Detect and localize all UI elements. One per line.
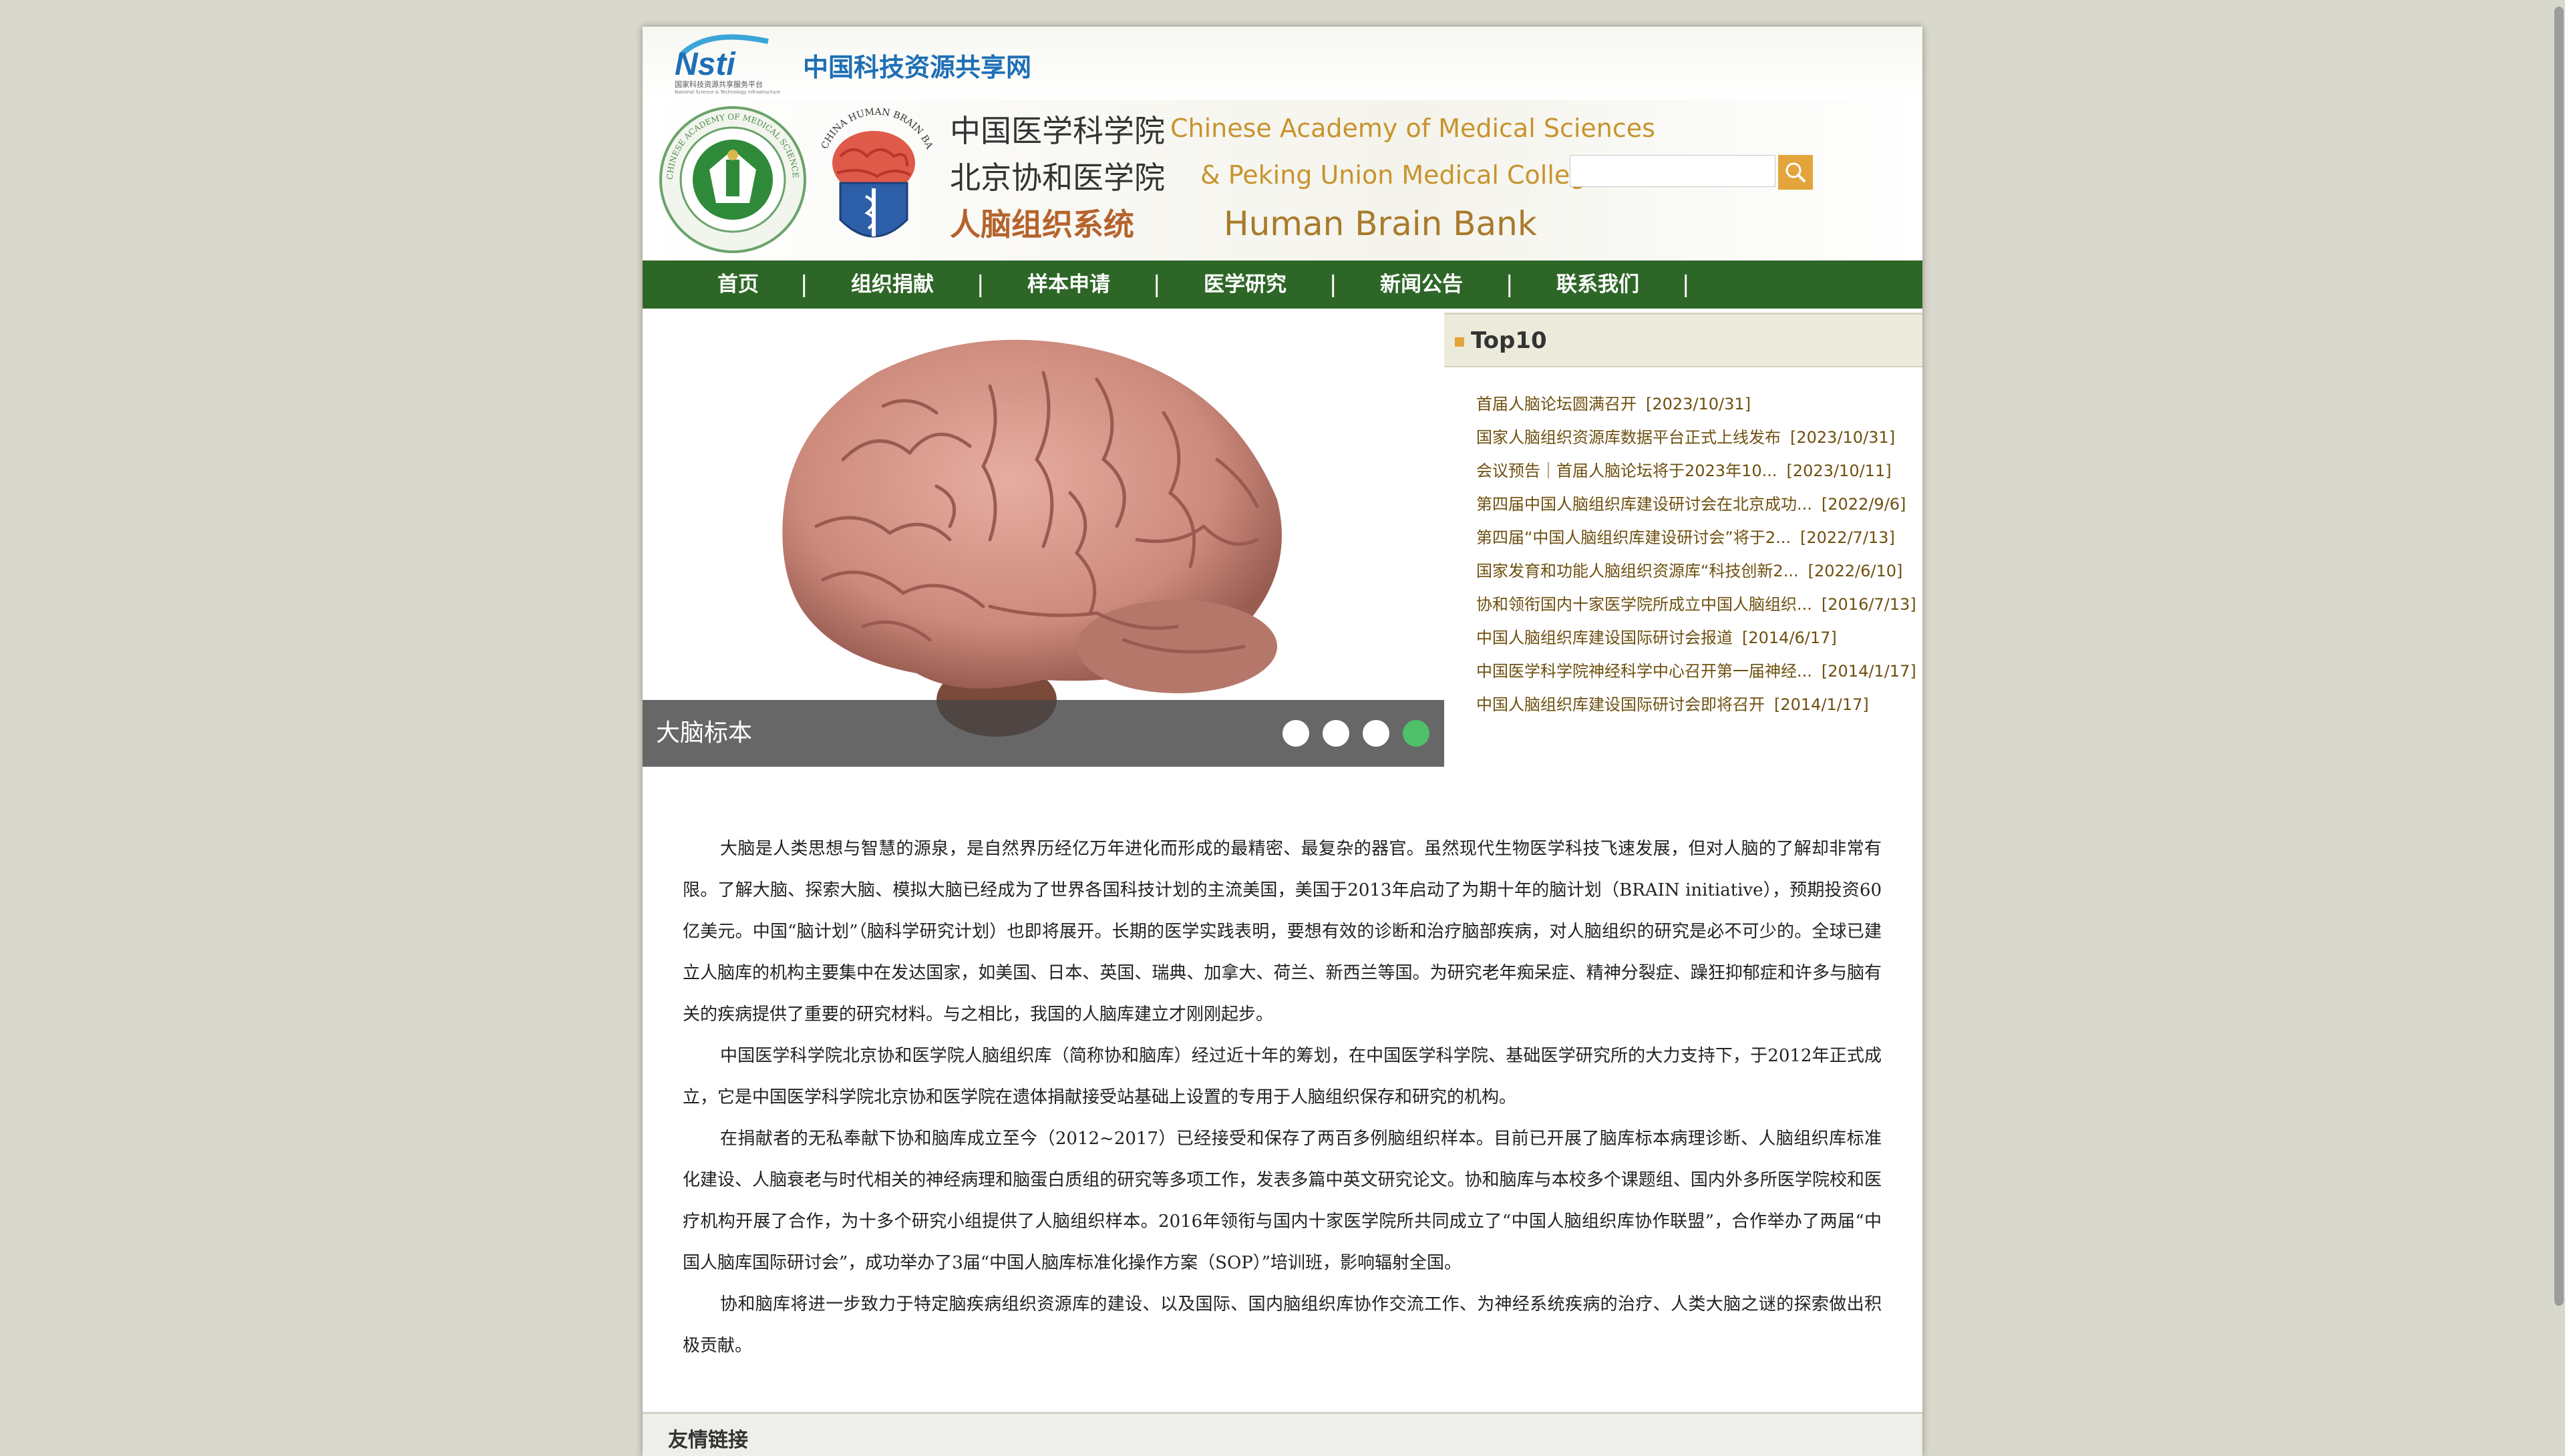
top10-item-title: 会议预告｜首届人脑论坛将于2023年10... [1476,462,1777,480]
top10-item[interactable]: 中国医学科学院神经科学中心召开第一届神经... [2014/1/17] [1476,655,1916,688]
banner-en-brain-bank: Human Brain Bank [1224,204,1537,243]
friendly-links-bar: 友情链接 [643,1412,1922,1456]
slider-caption: 大脑标本 [656,719,753,747]
intro-paragraph: 在捐献者的无私奉献下协和脑库成立至今（2012~2017）已经接受和保存了两百多… [683,1129,1882,1273]
slider-dot-2[interactable] [1323,720,1349,747]
top10-item-title: 国家人脑组织资源库数据平台正式上线发布 [1476,428,1781,447]
header-banner: CHINESE ACADEMY OF MEDICAL SCIENCES · PE… [643,100,1922,259]
slider-dot-4[interactable] [1403,720,1429,747]
slider-caption-bar: 大脑标本 [643,700,1444,767]
top10-item[interactable]: 首届人脑论坛圆满召开 [2023/10/31] [1476,387,1916,421]
top10-item-title: 中国医学科学院神经科学中心召开第一届神经... [1476,662,1812,681]
top10-item-date: [2022/9/6] [1821,495,1906,514]
top10-title: Top10 [1471,327,1547,354]
nsti-logo[interactable]: Nsti 国家科技资源共享服务平台 National Science & Tec… [668,28,802,95]
top10-item-date: [2023/10/31] [1790,428,1896,447]
search-icon [1785,162,1806,182]
nav-separator: | [1506,271,1514,298]
top10-item-date: [2014/1/17] [1821,662,1916,681]
nsti-logo-text: Nsti [675,47,736,82]
top10-item-title: 国家发育和功能人脑组织资源库“科技创新2... [1476,562,1799,580]
nav-separator: | [1153,271,1161,298]
top10-item[interactable]: 国家人脑组织资源库数据平台正式上线发布 [2023/10/31] [1476,421,1916,454]
top10-item[interactable]: 国家发育和功能人脑组织资源库“科技创新2... [2022/6/10] [1476,554,1916,588]
intro-paragraph: 协和脑库将进一步致力于特定脑疾病组织资源库的建设、以及国际、国内脑组织库协作交流… [683,1294,1882,1356]
top10-item-date: [2022/6/10] [1808,562,1903,580]
nsti-logo-subtext: 国家科技资源共享服务平台 [675,79,763,89]
top10-item[interactable]: 第四届“中国人脑组织库建设研讨会”将于2... [2022/7/13] [1476,521,1916,554]
top10-item-date: [2014/6/17] [1742,628,1837,647]
nav-separator: | [1682,271,1690,298]
banner-cn-college: 北京协和医学院 [950,160,1165,196]
top10-panel: Top10 首届人脑论坛圆满召开 [2023/10/31] 国家人脑组织资源库数据… [1444,313,1922,714]
brain-specimen-image[interactable] [763,326,1331,760]
banner-cn-system: 人脑组织系统 [950,206,1134,242]
top10-item[interactable]: 中国人脑组织库建设国际研讨会即将召开 [2014/1/17] [1476,688,1916,721]
banner-cn-academy: 中国医学科学院 [950,113,1165,149]
top10-list: 首届人脑论坛圆满召开 [2023/10/31] 国家人脑组织资源库数据平台正式上线… [1476,387,1916,721]
academy-seal-logo: CHINESE ACADEMY OF MEDICAL SCIENCES · PE… [656,103,806,253]
top10-item[interactable]: 会议预告｜首届人脑论坛将于2023年10... [2023/10/11] [1476,454,1916,488]
bullet-square-icon [1455,337,1464,347]
top10-item-title: 协和领衔国内十家医学院所成立中国人脑组织... [1476,595,1812,614]
slider-dot-3[interactable] [1363,720,1389,747]
nav-item-sample-request[interactable]: 样本申请 [1027,260,1110,309]
top10-item-date: [2023/10/31] [1646,395,1751,413]
main-nav: 首页 | 组织捐献 | 样本申请 | 医学研究 | 新闻公告 | 联系我们 | [643,260,1922,309]
banner-en-college: & Peking Union Medical College [1200,160,1602,190]
intro-paragraph: 大脑是人类思想与智慧的源泉，是自然界历经亿万年进化而形成的最精密、最复杂的器官。… [683,839,1882,1025]
top10-item-title: 中国人脑组织库建设国际研讨会报道 [1476,628,1733,647]
intro-paragraph: 中国医学科学院北京协和医学院人脑组织库（简称协和脑库）经过近十年的筹划，在中国医… [683,1046,1882,1107]
scrollbar-thumb[interactable] [2554,7,2564,1306]
top10-item[interactable]: 协和领衔国内十家医学院所成立中国人脑组织... [2016/7/13] [1476,588,1916,621]
top10-item-title: 首届人脑论坛圆满召开 [1476,395,1637,413]
banner-en-academy: Chinese Academy of Medical Sciences [1170,114,1655,143]
friendly-links-title: 友情链接 [668,1429,748,1452]
top10-header: Top10 [1444,313,1922,367]
page-container: Nsti 国家科技资源共享服务平台 National Science & Tec… [643,27,1922,1456]
slider-dot-1[interactable] [1282,720,1309,747]
nav-item-contact[interactable]: 联系我们 [1556,260,1639,309]
nav-item-research[interactable]: 医学研究 [1204,260,1287,309]
image-slider[interactable]: 大脑标本 [643,313,1444,767]
top10-item-date: [2016/7/13] [1821,595,1916,614]
nsti-site-title[interactable]: 中国科技资源共享网 [803,47,1031,83]
search-input[interactable] [1570,155,1775,187]
intro-text: 大脑是人类思想与智慧的源泉，是自然界历经亿万年进化而形成的最精密、最复杂的器官。… [683,828,1882,1367]
top10-item-date: [2023/10/11] [1786,462,1892,480]
nav-item-news[interactable]: 新闻公告 [1380,260,1463,309]
brain-bank-shield-logo: CHINA HUMAN BRAIN BANK [814,103,934,238]
nav-separator: | [800,271,808,298]
top10-item[interactable]: 第四届中国人脑组织库建设研讨会在北京成功... [2022/9/6] [1476,488,1916,521]
top10-item-title: 第四届中国人脑组织库建设研讨会在北京成功... [1476,495,1812,514]
search-button[interactable] [1778,155,1813,190]
top10-item-title: 中国人脑组织库建设国际研讨会即将召开 [1476,695,1765,714]
nav-item-donation[interactable]: 组织捐献 [851,260,934,309]
nav-separator: | [977,271,985,298]
top10-item-title: 第四届“中国人脑组织库建设研讨会”将于2... [1476,528,1791,547]
nsti-header: Nsti 国家科技资源共享服务平台 National Science & Tec… [643,27,1922,100]
top10-item-date: [2014/1/17] [1774,695,1869,714]
top10-item[interactable]: 中国人脑组织库建设国际研讨会报道 [2014/6/17] [1476,621,1916,655]
top10-item-date: [2022/7/13] [1800,528,1895,547]
nsti-logo-subtext-en: National Science & Technology Infrastruc… [675,89,780,95]
nav-separator: | [1329,271,1337,298]
nav-item-home[interactable]: 首页 [717,260,759,309]
